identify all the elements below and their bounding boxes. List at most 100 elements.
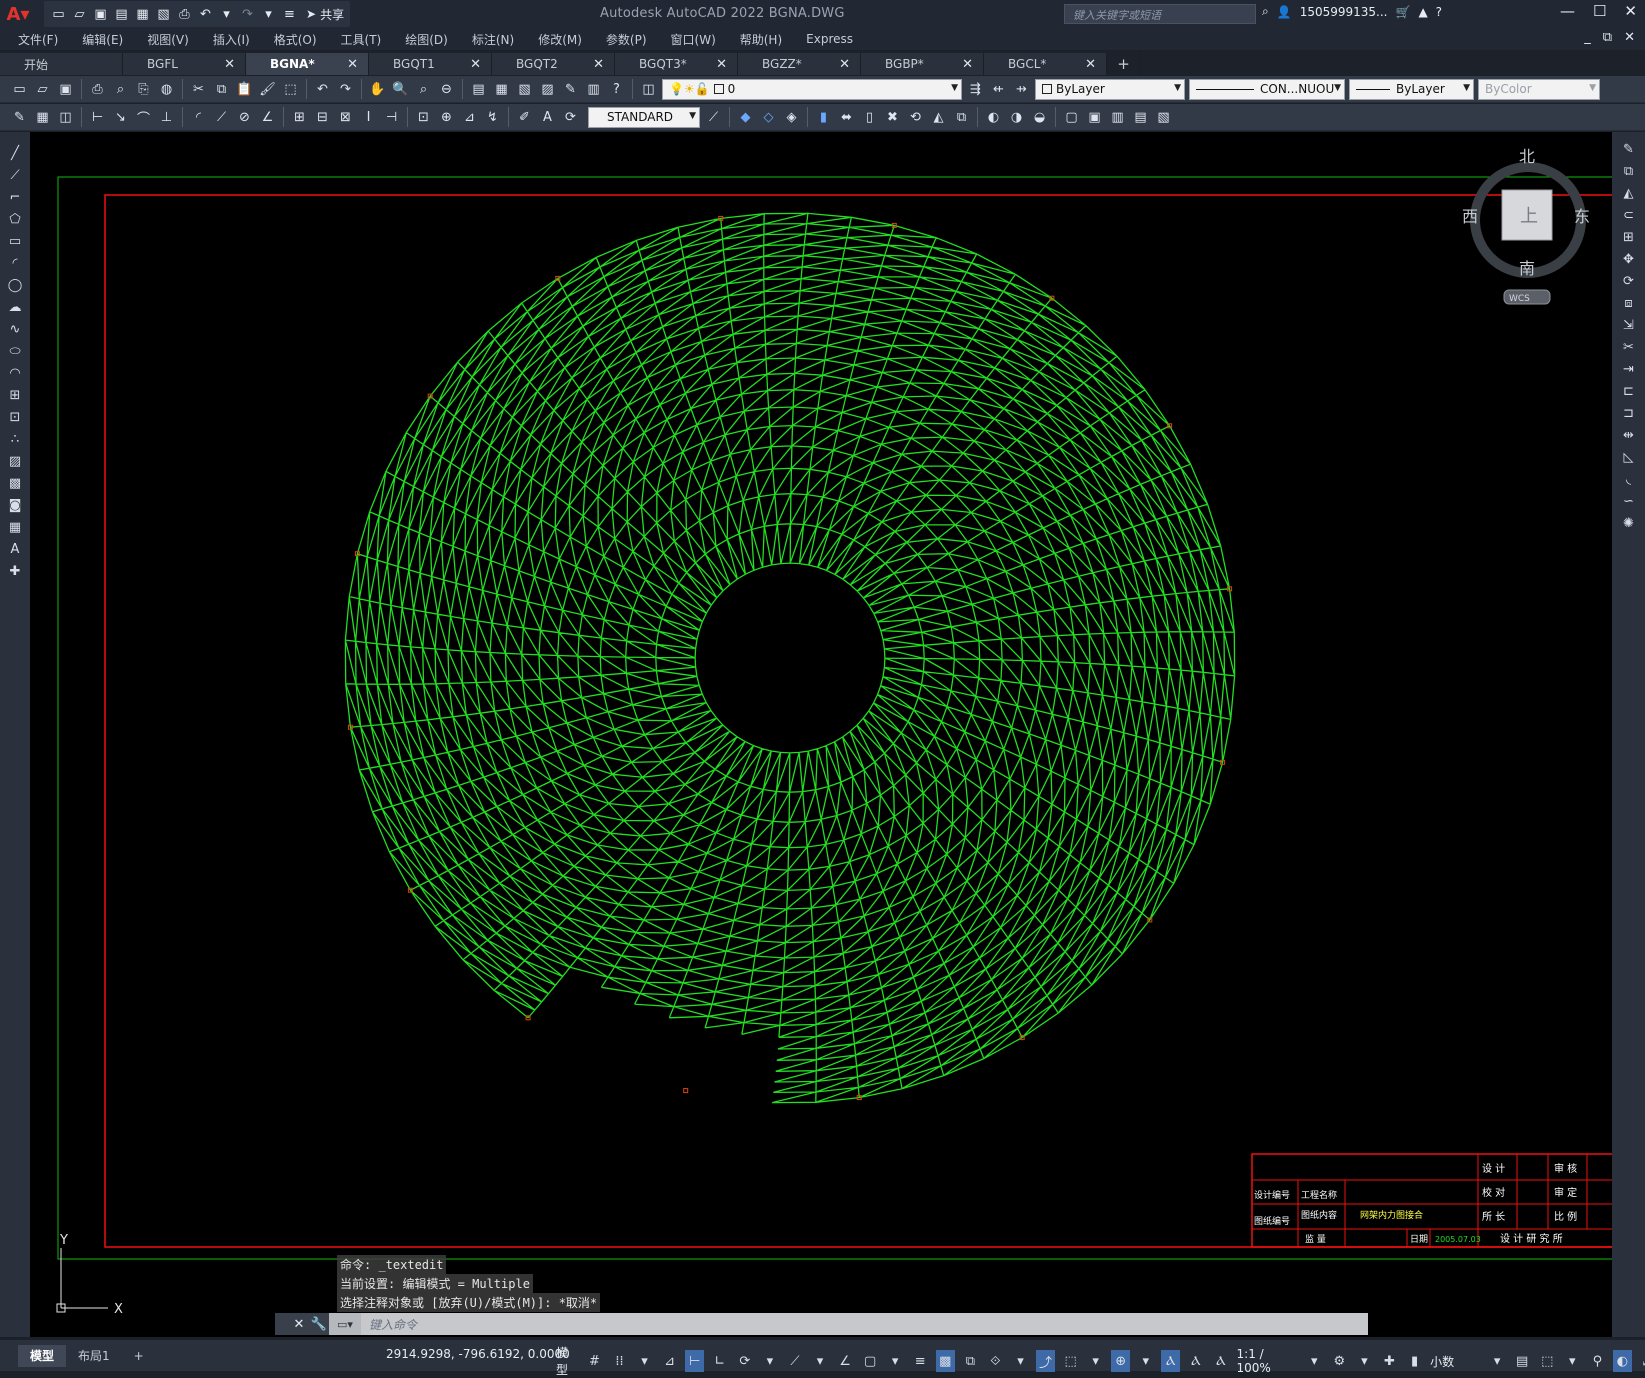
doc-close-icon[interactable]: ✕: [1624, 30, 1635, 45]
a360-icon[interactable]: ▲: [1418, 5, 1427, 19]
file-tab[interactable]: BGNA* ✕: [246, 53, 369, 75]
copy-icon[interactable]: ⧉: [212, 80, 231, 99]
tab-model[interactable]: 模型: [18, 1344, 67, 1367]
save-icon[interactable]: ▣: [56, 80, 75, 99]
baseline-dimension-icon[interactable]: ⊟: [313, 108, 332, 127]
jogged-linear-icon[interactable]: ↯: [483, 108, 502, 127]
zoom-window-icon[interactable]: ⌕: [414, 80, 433, 99]
region-icon[interactable]: ◙: [5, 496, 25, 515]
grid-icon[interactable]: #: [585, 1350, 604, 1372]
scale-dropdown-icon[interactable]: ▾: [1305, 1350, 1324, 1372]
tab-layout1[interactable]: 布局1: [66, 1345, 122, 1367]
point-icon[interactable]: ∴: [5, 430, 25, 449]
clean-screen-icon[interactable]: ⤢: [1638, 1350, 1645, 1372]
doc-restore-icon[interactable]: ⧉: [1603, 30, 1612, 45]
file-tab[interactable]: 开始: [0, 53, 123, 75]
break-icon[interactable]: ⊐: [1619, 404, 1639, 423]
plot-icon[interactable]: ⎙: [88, 80, 107, 99]
file-tab[interactable]: BGFL ✕: [123, 53, 246, 75]
block-icon[interactable]: ▦: [33, 108, 52, 127]
check-icon[interactable]: ▣: [1085, 108, 1104, 127]
revision-cloud-icon[interactable]: ☁: [5, 298, 25, 317]
selection-cycling-icon[interactable]: ⧉: [961, 1350, 980, 1372]
redo-icon[interactable]: ↷: [239, 6, 256, 23]
command-input[interactable]: 键入命令: [361, 1316, 417, 1333]
file-tab[interactable]: BGZZ* ✕: [738, 53, 861, 75]
plot-icon[interactable]: ⎙: [176, 6, 193, 23]
model-space-toggle[interactable]: 模型: [556, 1344, 579, 1378]
units-value[interactable]: 小数: [1430, 1353, 1481, 1370]
mirror-icon[interactable]: ◭: [1619, 184, 1639, 203]
break-at-point-icon[interactable]: ⊏: [1619, 382, 1639, 401]
tolerance-icon[interactable]: ⊡: [414, 108, 433, 127]
close-tab-icon[interactable]: ✕: [716, 57, 727, 72]
compass-north[interactable]: 北: [1519, 147, 1535, 166]
auto-scale-icon[interactable]: Ⲁ: [1186, 1350, 1205, 1372]
object-snap-tracking-icon[interactable]: ∠: [836, 1350, 855, 1372]
save-icon[interactable]: ▣: [92, 6, 109, 23]
color-dropdown[interactable]: ByLayer ▼: [1035, 78, 1185, 100]
save-as-icon[interactable]: ▤: [113, 6, 130, 23]
hatch-icon[interactable]: ▨: [5, 452, 25, 471]
zoom-previous-icon[interactable]: ⊖: [437, 80, 456, 99]
drawing-canvas[interactable]: 设 计 校 对 所 长 审 核 审 定 比 例 设计编号 工程名称 图纸编号 图…: [30, 132, 1612, 1337]
recent-commands-icon[interactable]: ▭▾: [329, 1313, 361, 1335]
join-icon[interactable]: ⇹: [1619, 426, 1639, 445]
design-center-icon[interactable]: ▦: [492, 80, 511, 99]
tool-palettes-icon[interactable]: ▧: [515, 80, 534, 99]
menu-item[interactable]: 标注(N): [472, 31, 514, 48]
annotation-monitor-icon[interactable]: ✚: [1380, 1350, 1399, 1372]
graphics-performance-icon[interactable]: ◐: [1612, 1350, 1632, 1372]
annotation-scale-icon[interactable]: Ⲁ: [1211, 1350, 1230, 1372]
extrude-faces-icon[interactable]: ▮: [814, 108, 833, 127]
rotate-faces-icon[interactable]: ⟲: [906, 108, 925, 127]
separate-icon[interactable]: ◒: [1030, 108, 1049, 127]
arc-length-icon[interactable]: ⌒: [134, 108, 153, 127]
layer-states-icon[interactable]: ⇸: [1012, 80, 1031, 99]
gizmo-icon[interactable]: ⊕: [1111, 1350, 1131, 1372]
units-dropdown-icon[interactable]: ▾: [1488, 1350, 1507, 1372]
customize-icon[interactable]: ≡: [281, 6, 298, 23]
transparency-icon[interactable]: ▩: [935, 1350, 955, 1372]
circle-icon[interactable]: ◯: [5, 276, 25, 295]
chamfer-icon[interactable]: ◺: [1619, 448, 1639, 467]
slice-icon[interactable]: ▥: [1108, 108, 1127, 127]
file-tab[interactable]: BGCL* ✕: [984, 53, 1107, 75]
calculator-icon[interactable]: ▥: [584, 80, 603, 99]
isodraft-dropdown-icon[interactable]: ▾: [810, 1350, 829, 1372]
file-tab[interactable]: BGQT1 ✕: [369, 53, 492, 75]
shell-icon[interactable]: ▢: [1062, 108, 1081, 127]
user-icon[interactable]: 👤: [1277, 5, 1292, 19]
array-icon[interactable]: ⊞: [1619, 228, 1639, 247]
command-line-grip[interactable]: [275, 1313, 289, 1335]
subtract-icon[interactable]: ◇: [759, 108, 778, 127]
layers-icon[interactable]: ◫: [56, 108, 75, 127]
line-icon[interactable]: ╱: [5, 144, 25, 163]
multiline-text-icon[interactable]: A: [5, 540, 25, 559]
layer-previous-icon[interactable]: ⇷: [989, 80, 1008, 99]
customize-command-icon[interactable]: 🔧: [309, 1313, 329, 1335]
viewcube[interactable]: 上 北 南 东 西 WCS: [1462, 147, 1590, 305]
new-icon[interactable]: ▭: [10, 80, 29, 99]
blend-curves-icon[interactable]: ∽: [1619, 492, 1639, 511]
close-tab-icon[interactable]: ✕: [593, 57, 604, 72]
dimension-edit-icon[interactable]: ✐: [515, 108, 534, 127]
union-icon[interactable]: ◆: [736, 108, 755, 127]
angular-dimension-icon[interactable]: ∠: [258, 108, 277, 127]
dimension-style-icon[interactable]: ⟋: [704, 108, 723, 127]
close-command-icon[interactable]: ✕: [289, 1313, 309, 1335]
section-icon[interactable]: ▤: [1131, 108, 1150, 127]
dimension-update-icon[interactable]: ⟳: [561, 108, 580, 127]
file-tab[interactable]: BGQT2 ✕: [492, 53, 615, 75]
lineweight-icon[interactable]: ≡: [911, 1350, 930, 1372]
compass-south[interactable]: 南: [1519, 259, 1535, 278]
clean-icon[interactable]: ◑: [1007, 108, 1026, 127]
ellipse-arc-icon[interactable]: ◠: [5, 364, 25, 383]
gizmo-dropdown-icon[interactable]: ▾: [1136, 1350, 1155, 1372]
open-icon[interactable]: ▱: [71, 6, 88, 23]
erase-icon[interactable]: ✎: [1619, 140, 1639, 159]
dynamic-ucs-icon[interactable]: ⤴: [1036, 1350, 1056, 1372]
fillet-icon[interactable]: ◟: [1619, 470, 1639, 489]
infer-constraints-icon[interactable]: ⊿: [660, 1350, 679, 1372]
help-icon[interactable]: ?: [1436, 5, 1442, 19]
